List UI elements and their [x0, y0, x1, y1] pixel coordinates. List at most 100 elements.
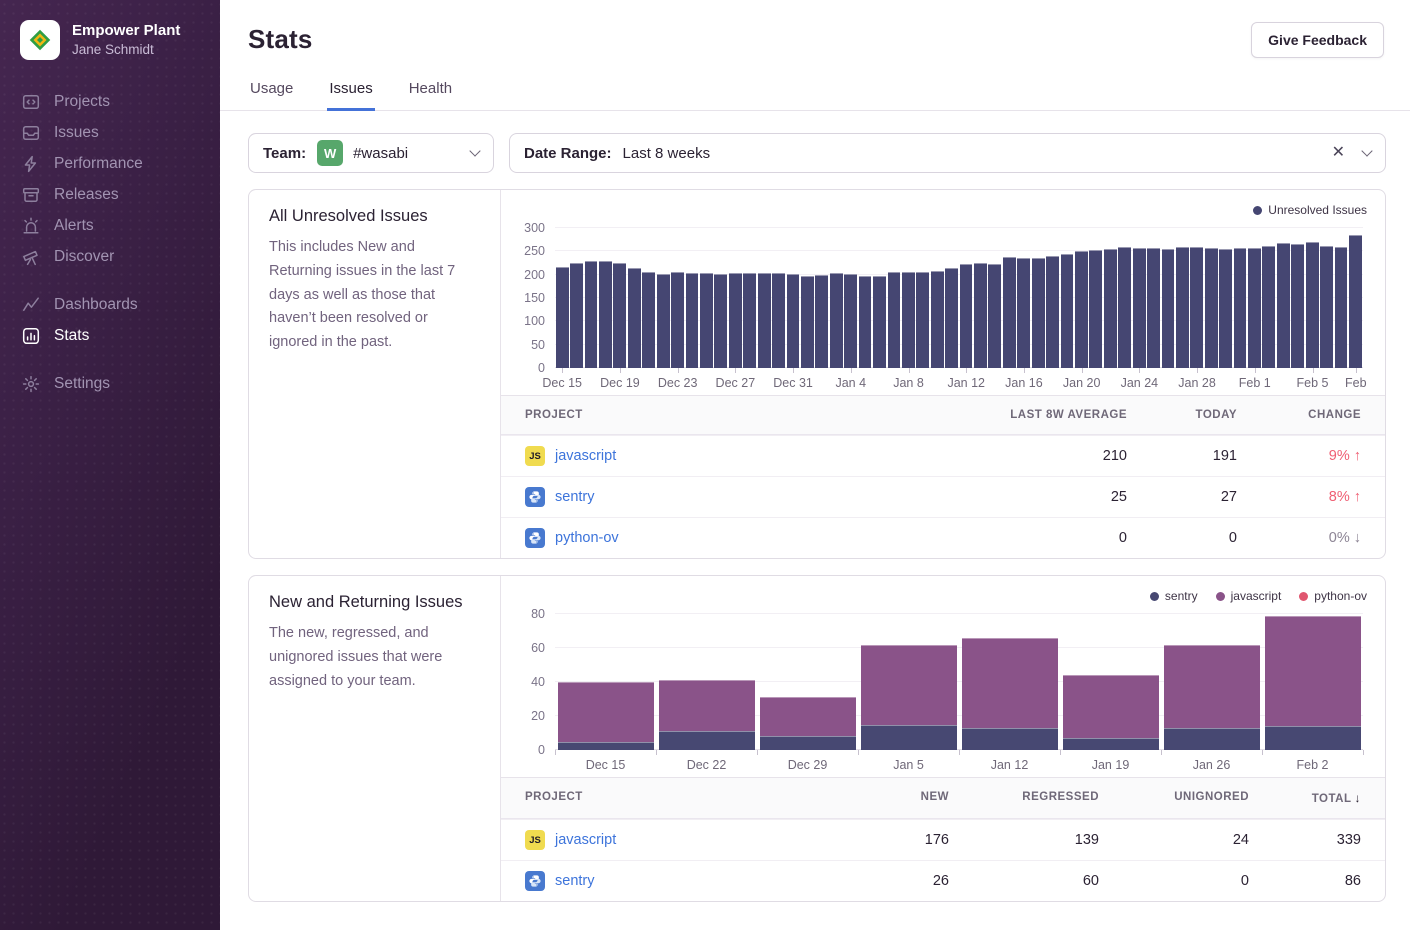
x-axis-tick-label: Jan 8: [893, 376, 924, 390]
project-cell: sentry: [501, 871, 853, 891]
x-axis-tick: [858, 750, 859, 755]
project-link-javascript[interactable]: javascript: [555, 448, 616, 464]
bar: [743, 273, 756, 368]
project-cell: JSjavascript: [501, 830, 853, 850]
bar: [556, 267, 569, 368]
column-header-label: PROJECT: [525, 791, 583, 803]
bar: [700, 273, 713, 368]
x-axis-tick-label: Dec 23: [658, 376, 698, 390]
bar: [801, 276, 814, 368]
team-select-label: Team:: [263, 145, 306, 162]
x-axis-tick: [757, 750, 758, 755]
legend-label: python-ov: [1314, 589, 1367, 603]
column-header-unignored[interactable]: UNIGNORED: [1123, 778, 1273, 818]
x-axis-tick: [1139, 368, 1140, 373]
unresolved-issues-table: PROJECTLAST 8W AVERAGETODAYCHANGEJSjavas…: [501, 395, 1385, 558]
bar: [974, 263, 987, 368]
sidebar-item-projects[interactable]: Projects: [22, 86, 220, 117]
tab-usage[interactable]: Usage: [248, 76, 295, 111]
card-description: The new, regressed, and unignored issues…: [269, 622, 480, 693]
bar: [1176, 247, 1189, 368]
y-axis-tick-label: 100: [524, 314, 545, 328]
sidebar-item-discover[interactable]: Discover: [22, 241, 220, 272]
table-row: JSjavascript2101919% ↑: [501, 435, 1385, 476]
sidebar-item-alerts[interactable]: Alerts: [22, 210, 220, 241]
tab-health[interactable]: Health: [407, 76, 454, 111]
card-title: All Unresolved Issues: [269, 207, 480, 226]
project-link-javascript[interactable]: javascript: [555, 832, 616, 848]
date-range-select[interactable]: Date Range: Last 8 weeks ✕: [509, 133, 1386, 173]
bar: [988, 264, 1001, 368]
x-axis-tick-label: Jan 12: [959, 750, 1060, 777]
sidebar-item-stats[interactable]: Stats: [22, 320, 220, 351]
page-title: Stats: [248, 22, 313, 55]
org-switcher[interactable]: Empower Plant Jane Schmidt: [0, 0, 220, 74]
bar-segment-sentry: [962, 728, 1058, 750]
clear-date-icon[interactable]: ✕: [1332, 145, 1345, 161]
stacked-bar-series: [555, 614, 1363, 750]
sidebar-item-issues[interactable]: Issues: [22, 117, 220, 148]
bar: [916, 272, 929, 368]
bar-segment-javascript: [1164, 645, 1260, 728]
bar-segment-sentry: [1063, 738, 1159, 750]
card-all-unresolved-issues: All Unresolved Issues This includes New …: [248, 189, 1386, 559]
x-axis-tick-label: Dec 15: [542, 376, 582, 390]
stacked-bar-jan-5: [861, 614, 957, 750]
column-header-label: REGRESSED: [1022, 791, 1099, 803]
arrow-up-icon: ↑: [1354, 448, 1361, 464]
legend-item-unresolved-issues[interactable]: Unresolved Issues: [1253, 203, 1367, 217]
y-axis-tick-label: 0: [538, 743, 545, 757]
legend-item-sentry[interactable]: sentry: [1150, 589, 1198, 603]
bar: [1306, 242, 1319, 368]
legend-dot-icon: [1253, 206, 1262, 215]
x-axis-tick: [793, 368, 794, 373]
sidebar-item-dashboards[interactable]: Dashboards: [22, 289, 220, 320]
project-link-python-ov[interactable]: python-ov: [555, 530, 619, 546]
unresolved-issues-chart: Unresolved Issues 050100150200250300 Dec…: [501, 190, 1385, 395]
bar-segment-javascript: [659, 680, 755, 731]
project-link-sentry[interactable]: sentry: [555, 873, 595, 889]
bar: [1061, 254, 1074, 368]
stacked-bar-jan-12: [962, 614, 1058, 750]
sidebar-item-releases[interactable]: Releases: [22, 179, 220, 210]
tab-issues[interactable]: Issues: [327, 76, 374, 111]
bar-segment-sentry: [1265, 726, 1361, 750]
bar: [787, 274, 800, 368]
bar-segment-sentry: [760, 736, 856, 750]
value-cell: 26: [853, 873, 973, 889]
column-header-new[interactable]: NEW: [853, 778, 973, 818]
column-header-total[interactable]: TOTAL↓: [1273, 778, 1385, 818]
bar-segment-javascript: [558, 682, 654, 742]
legend-item-javascript[interactable]: javascript: [1216, 589, 1282, 603]
column-header-regressed[interactable]: REGRESSED: [973, 778, 1123, 818]
bar: [931, 271, 944, 368]
sidebar-item-settings[interactable]: Settings: [22, 368, 220, 399]
bar: [1104, 249, 1117, 368]
x-axis-tick: [1024, 368, 1025, 373]
bar-segment-sentry: [558, 742, 654, 751]
give-feedback-button[interactable]: Give Feedback: [1251, 22, 1384, 58]
chart-plot-area: 020406080: [555, 614, 1363, 750]
nav-group: ProjectsIssuesPerformanceReleasesAlertsD…: [22, 86, 220, 272]
bar: [1205, 248, 1218, 368]
sidebar-item-performance[interactable]: Performance: [22, 148, 220, 179]
bar: [815, 275, 828, 368]
value-cell: 27: [1151, 489, 1261, 505]
column-header-last-8w-average: LAST 8W AVERAGE: [971, 396, 1151, 434]
project-cell: JSjavascript: [501, 446, 971, 466]
table-row: sentry25278% ↑: [501, 476, 1385, 517]
bar: [873, 276, 886, 368]
org-meta: Empower Plant Jane Schmidt: [72, 21, 180, 59]
x-axis-tick-label: Jan 4: [835, 376, 866, 390]
date-range-label: Date Range:: [524, 145, 612, 162]
legend-item-python-ov[interactable]: python-ov: [1299, 589, 1367, 603]
y-axis-tick-label: 40: [531, 675, 545, 689]
project-link-sentry[interactable]: sentry: [555, 489, 595, 505]
bar: [570, 263, 583, 368]
legend-label: sentry: [1165, 589, 1198, 603]
legend-dot-icon: [1150, 592, 1159, 601]
x-axis-tick: [735, 368, 736, 373]
bar-segment-javascript: [1265, 616, 1361, 727]
value-cell: 0: [1151, 530, 1261, 546]
team-select[interactable]: Team: W #wasabi: [248, 133, 494, 173]
